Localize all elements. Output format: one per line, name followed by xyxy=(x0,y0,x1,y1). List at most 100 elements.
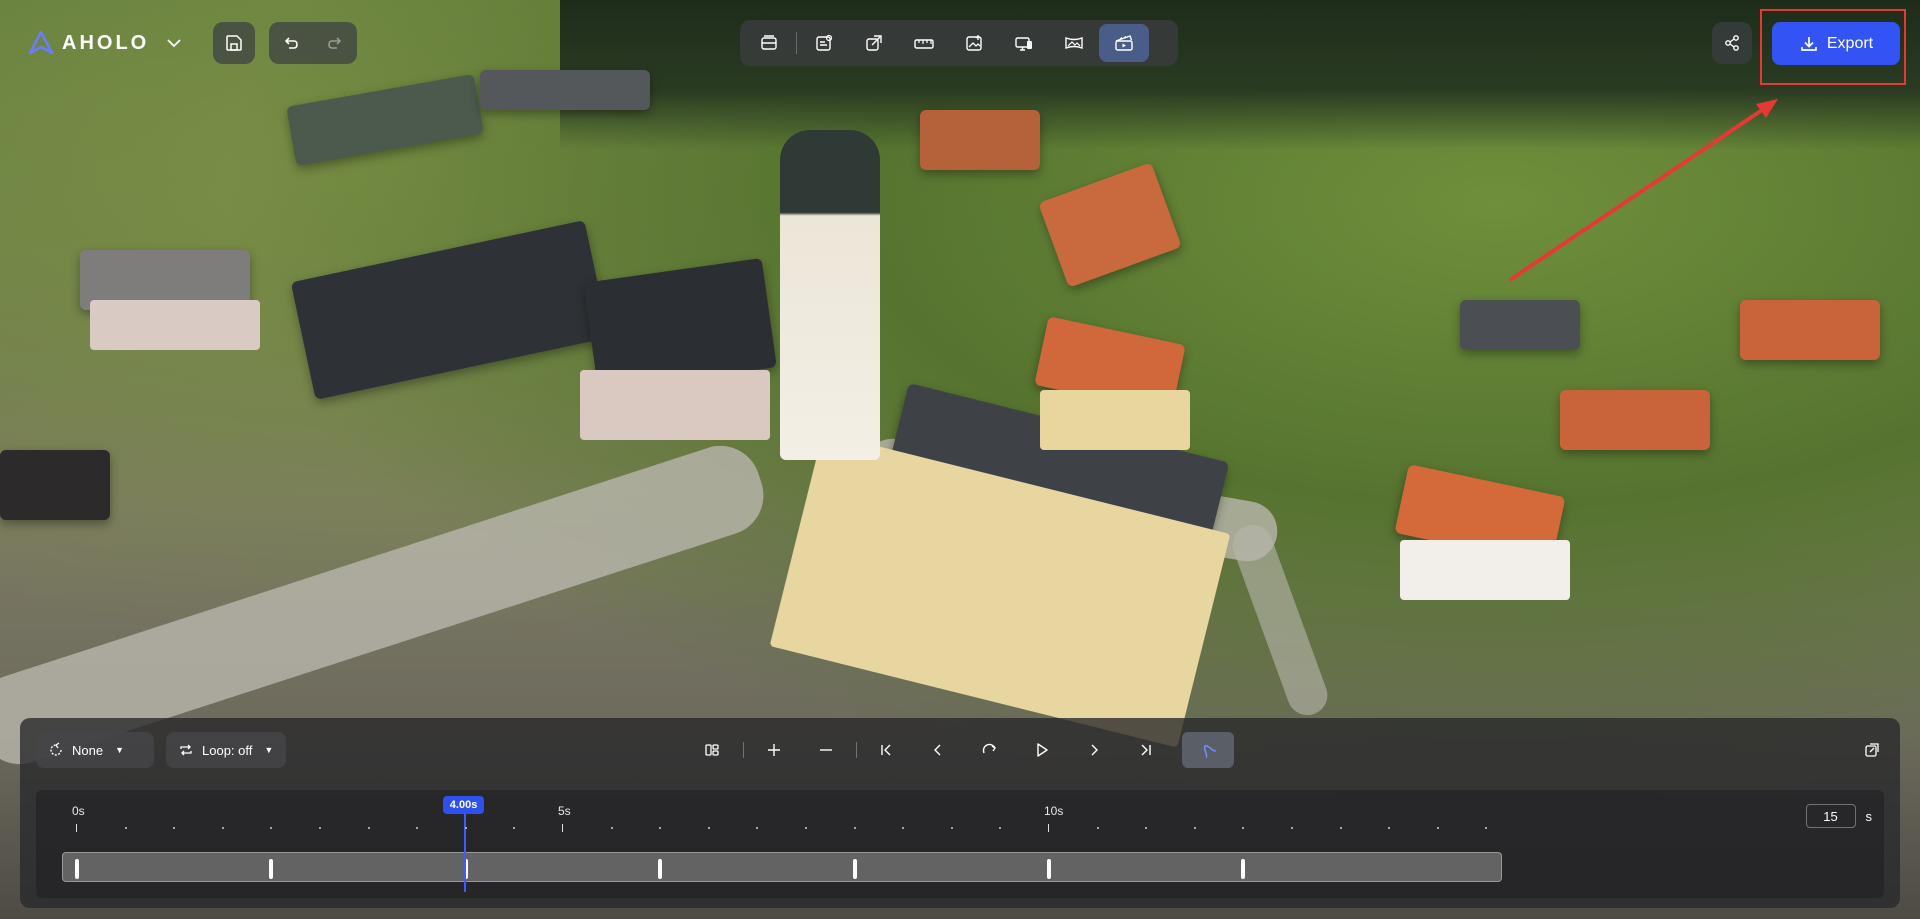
top-left-bar: AHOLO xyxy=(28,22,358,64)
playhead[interactable] xyxy=(463,814,466,892)
crop-tool-button[interactable] xyxy=(849,24,899,62)
minor-tick xyxy=(950,827,953,829)
minor-tick xyxy=(1436,827,1439,829)
export-label: Export xyxy=(1826,34,1874,52)
previous-keyframe-button[interactable] xyxy=(920,732,956,768)
minor-tick xyxy=(1096,827,1099,829)
minor-tick xyxy=(1291,827,1293,829)
share-icon xyxy=(1725,35,1739,51)
save-button[interactable] xyxy=(213,22,256,64)
minor-tick xyxy=(416,827,419,829)
building xyxy=(920,110,1040,170)
toolbar-divider xyxy=(796,32,797,54)
keyframe-marker[interactable] xyxy=(658,859,663,879)
transition-select[interactable]: None ▼ xyxy=(36,732,154,768)
building xyxy=(90,300,260,350)
major-tick xyxy=(562,824,563,832)
minor-tick xyxy=(513,827,516,829)
duration-input[interactable]: 15 xyxy=(1805,804,1856,828)
minor-tick xyxy=(319,827,321,829)
layout-toggle-button[interactable] xyxy=(694,732,730,768)
play-icon xyxy=(1037,743,1048,757)
keyframe-marker[interactable] xyxy=(1241,859,1246,879)
library-icon xyxy=(761,35,777,50)
add-keyframe-button[interactable] xyxy=(756,732,792,768)
major-tick xyxy=(1048,824,1049,832)
building xyxy=(1560,390,1710,450)
caret-down-icon: ▼ xyxy=(264,745,274,755)
share-button[interactable] xyxy=(1712,22,1752,64)
smooth-curve-toggle[interactable] xyxy=(1182,732,1234,768)
animation-tool-button[interactable] xyxy=(1099,24,1149,62)
minor-tick xyxy=(367,827,370,829)
minor-tick xyxy=(1339,827,1342,829)
curve-icon xyxy=(1203,744,1217,759)
minor-tick xyxy=(1193,827,1196,829)
minor-tick xyxy=(1485,827,1488,829)
rotate-path-icon xyxy=(50,742,62,756)
play-button[interactable] xyxy=(1024,732,1060,768)
skip-end-icon xyxy=(1141,744,1151,756)
major-tick xyxy=(76,824,77,832)
loop-icon xyxy=(180,744,192,756)
go-to-start-button[interactable] xyxy=(868,732,904,768)
chevron-down-icon[interactable] xyxy=(163,32,185,54)
ruler-tool-button[interactable] xyxy=(899,24,949,62)
timeline-ruler[interactable]: 0s 5s 10s 4.00s 15 s xyxy=(36,790,1884,898)
next-keyframe-button[interactable] xyxy=(1076,732,1112,768)
go-to-end-button[interactable] xyxy=(1128,732,1164,768)
minus-icon xyxy=(820,749,832,751)
redo-arc-icon xyxy=(982,743,996,754)
image-tool-button[interactable] xyxy=(949,24,999,62)
keyframe-marker[interactable] xyxy=(269,859,274,879)
download-icon xyxy=(1801,36,1817,51)
duration-unit: s xyxy=(1865,808,1873,824)
collapse-panel-button[interactable] xyxy=(1854,732,1890,768)
logo-text: AHOLO xyxy=(62,31,150,54)
minor-tick xyxy=(1388,827,1391,829)
text-edit-icon xyxy=(816,34,833,51)
chevron-right-icon xyxy=(1091,744,1098,756)
keyframe-marker[interactable] xyxy=(852,859,857,879)
building xyxy=(1400,540,1570,600)
road xyxy=(1227,519,1333,721)
building xyxy=(286,73,484,167)
keyframe-marker[interactable] xyxy=(1047,859,1051,879)
tick-label-5s: 5s xyxy=(558,804,571,818)
replay-button[interactable] xyxy=(972,732,1008,768)
redo-button[interactable] xyxy=(313,22,357,64)
app-logo[interactable]: AHOLO xyxy=(28,30,149,56)
controls-divider xyxy=(856,742,857,758)
duration-field: 15 s xyxy=(1805,804,1873,828)
main-toolbar xyxy=(740,20,1178,66)
playhead-time-badge: 4.00s xyxy=(442,796,485,814)
building xyxy=(1460,300,1580,350)
minor-tick xyxy=(464,827,467,829)
undo-icon xyxy=(285,37,299,49)
minor-tick xyxy=(659,827,662,829)
text-tool-button[interactable] xyxy=(799,24,849,62)
keyframe-track[interactable] xyxy=(62,852,1502,882)
remove-keyframe-button[interactable] xyxy=(808,732,844,768)
church-tower xyxy=(780,130,880,460)
crop-edit-icon xyxy=(866,35,882,51)
screen-tool-button[interactable] xyxy=(999,24,1049,62)
undo-button[interactable] xyxy=(269,22,313,64)
building xyxy=(580,370,770,440)
building xyxy=(1040,390,1190,450)
animation-timeline-panel: None ▼ Loop: off ▼ 0s 5s 10s 4.00s 15 s xyxy=(20,718,1900,908)
minor-tick xyxy=(756,827,759,829)
library-tool-button[interactable] xyxy=(744,24,794,62)
export-button[interactable]: Export xyxy=(1772,22,1900,65)
minor-tick xyxy=(124,827,127,829)
panorama-tool-button[interactable] xyxy=(1049,24,1099,62)
loop-select[interactable]: Loop: off ▼ xyxy=(166,732,286,768)
keyframe-marker[interactable] xyxy=(75,859,79,879)
minor-tick xyxy=(173,827,176,829)
panorama-icon xyxy=(1065,36,1083,50)
building xyxy=(1038,162,1182,288)
tick-label-0s: 0s xyxy=(72,804,85,818)
history-group xyxy=(269,22,358,64)
loop-value: Loop: off xyxy=(202,742,253,758)
minor-tick xyxy=(999,827,1002,829)
